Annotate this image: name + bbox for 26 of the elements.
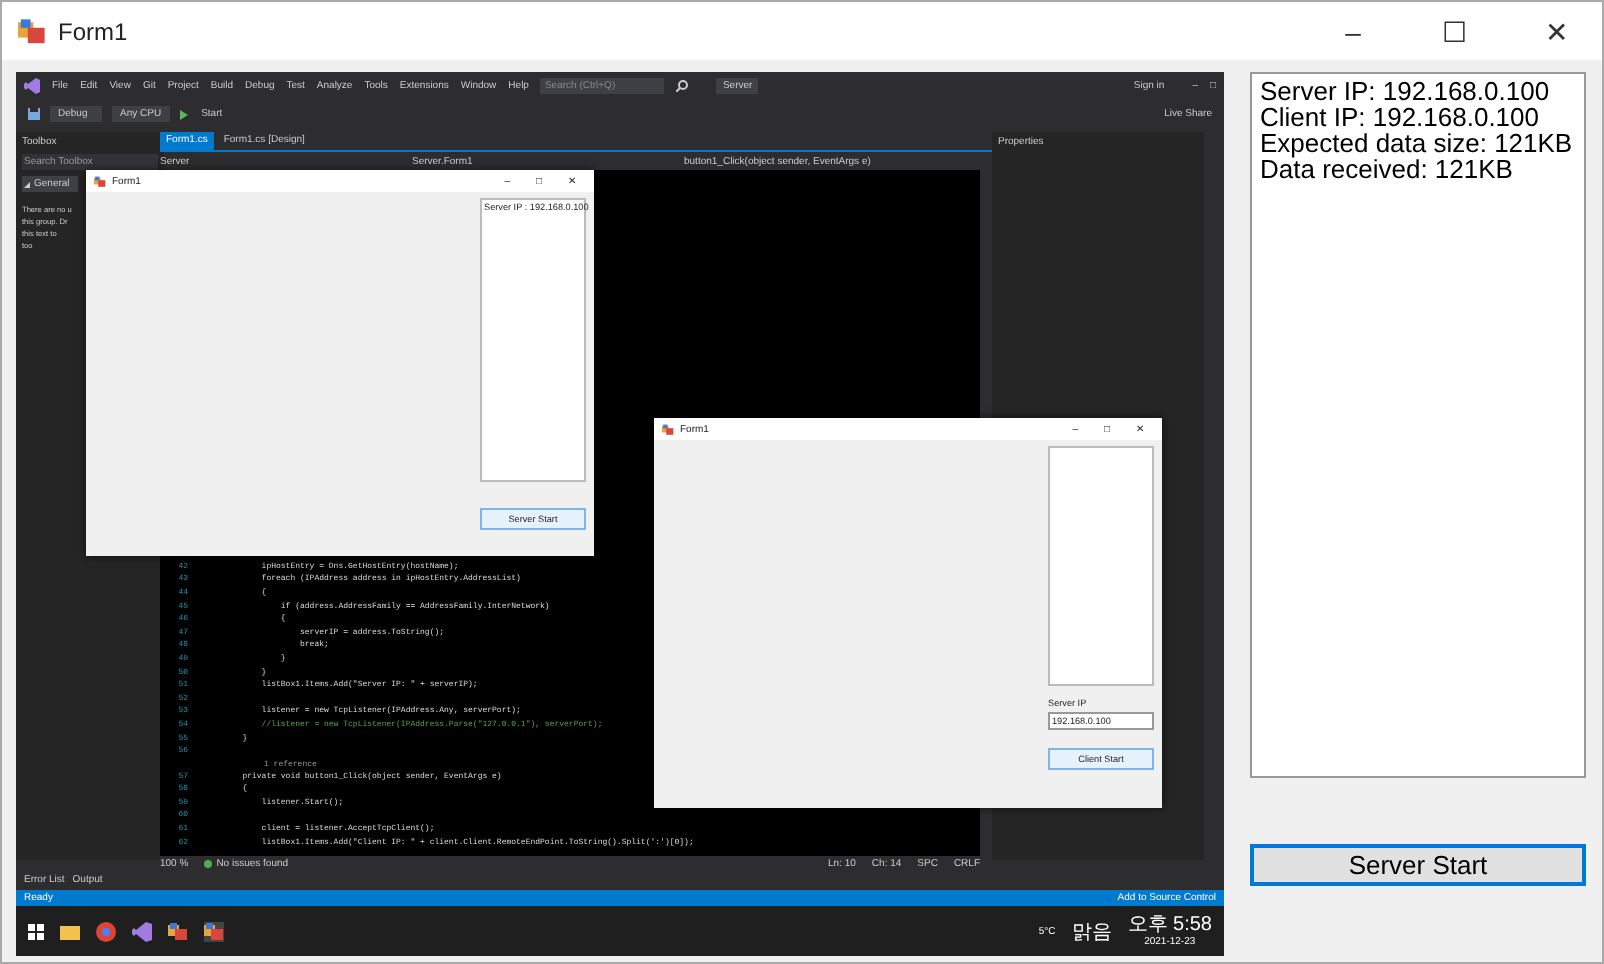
server-start-button[interactable]: Server Start <box>1250 844 1586 886</box>
close-button[interactable]: ✕ <box>1512 2 1602 60</box>
list-item: Expected data size: 121KB <box>1260 130 1575 156</box>
visual-studio-icon <box>24 78 40 94</box>
folder-icon <box>60 923 80 939</box>
play-icon <box>179 109 188 119</box>
save-icon <box>28 108 40 120</box>
app-icon <box>204 921 224 941</box>
minimize-button[interactable]: – <box>1308 2 1398 60</box>
windows-icon <box>28 923 44 939</box>
clock-time: 오후 5:58 <box>1127 914 1212 936</box>
app-icon <box>168 921 188 941</box>
list-item: Server IP: 192.168.0.100 <box>1260 78 1552 104</box>
check-circle-icon <box>204 860 213 868</box>
weather-text: 맑음 <box>1071 919 1112 945</box>
window-title: Form1 <box>58 17 128 45</box>
browser-icon <box>96 921 116 941</box>
app-icon <box>94 175 106 187</box>
app-icon <box>18 17 46 45</box>
maximize-button[interactable]: ☐ <box>1410 2 1500 60</box>
search-icon <box>676 80 689 92</box>
list-item: Client IP: 192.168.0.100 <box>1260 104 1541 130</box>
list-item: Data received: 121KB <box>1260 156 1515 182</box>
collapse-arrow-icon <box>24 181 30 187</box>
app-icon <box>662 423 674 435</box>
visual-studio-icon <box>132 921 152 941</box>
